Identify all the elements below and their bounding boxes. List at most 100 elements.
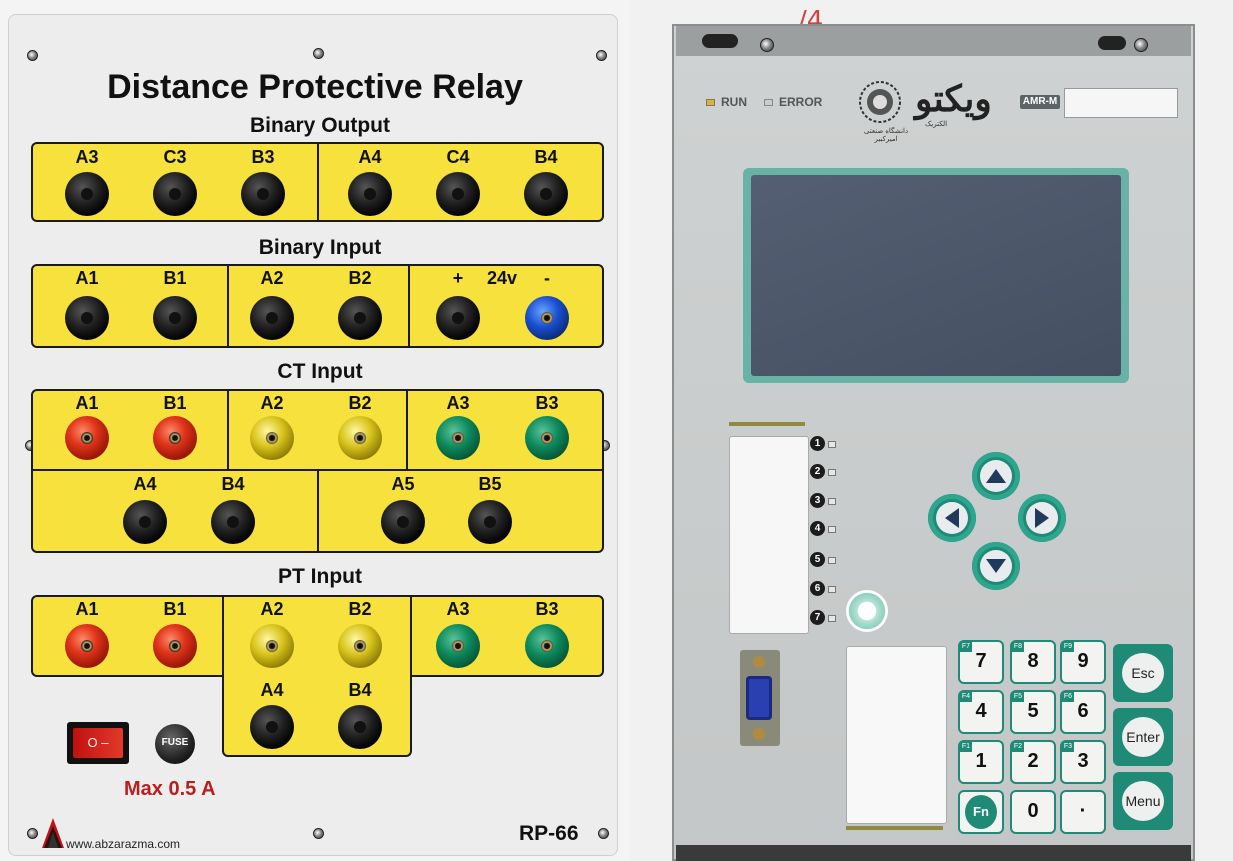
key-8[interactable]: F8 8 bbox=[1010, 640, 1056, 684]
rotary-dial[interactable] bbox=[846, 590, 888, 632]
fuse-label: FUSE bbox=[161, 737, 189, 748]
banana-jack-red[interactable] bbox=[65, 416, 109, 460]
screw bbox=[598, 828, 609, 839]
key-label: 1 bbox=[975, 750, 987, 772]
enter-button[interactable]: Enter bbox=[1113, 708, 1173, 766]
indicator-led bbox=[828, 498, 836, 505]
indicator-led bbox=[828, 469, 836, 476]
banana-jack-green[interactable] bbox=[436, 624, 480, 668]
banana-jack-green[interactable] bbox=[525, 416, 569, 460]
screw bbox=[1134, 38, 1148, 52]
terminal-label: A2 bbox=[260, 268, 284, 288]
up-button[interactable] bbox=[972, 452, 1020, 500]
left-button[interactable] bbox=[928, 494, 976, 542]
error-led bbox=[764, 99, 773, 106]
terminal-label: A2 bbox=[260, 393, 284, 413]
banana-jack-black[interactable] bbox=[153, 172, 197, 216]
right-button[interactable] bbox=[1018, 494, 1066, 542]
serial-port[interactable] bbox=[740, 650, 780, 746]
banana-jack-green[interactable] bbox=[525, 624, 569, 668]
banana-jack-yellow[interactable] bbox=[250, 624, 294, 668]
indicator-led bbox=[828, 557, 836, 564]
key-label: 3 bbox=[1077, 750, 1089, 772]
university-logo-icon bbox=[859, 81, 901, 123]
banana-jack-black[interactable] bbox=[65, 296, 109, 340]
indicator-number: 2 bbox=[810, 464, 825, 479]
banana-jack-black[interactable] bbox=[338, 705, 382, 749]
banana-jack-black[interactable] bbox=[250, 296, 294, 340]
banana-jack-red[interactable] bbox=[65, 624, 109, 668]
banana-jack-red[interactable] bbox=[153, 624, 197, 668]
banana-jack-black[interactable] bbox=[241, 172, 285, 216]
fn-key[interactable]: Fn bbox=[958, 790, 1004, 834]
banana-jack-black[interactable] bbox=[153, 296, 197, 340]
key-5[interactable]: F5 5 bbox=[1010, 690, 1056, 734]
terminal-label: A3 bbox=[446, 599, 470, 619]
terminal-label: C3 bbox=[163, 147, 187, 167]
power-switch[interactable]: O – bbox=[67, 722, 129, 764]
screw bbox=[313, 828, 324, 839]
terminal-label: B4 bbox=[348, 680, 372, 700]
brand-logo-icon bbox=[42, 818, 64, 848]
enter-label: Enter bbox=[1126, 729, 1160, 745]
function-label-strip bbox=[846, 646, 947, 824]
down-arrow-icon bbox=[986, 559, 1006, 573]
label-strip-edge bbox=[846, 826, 943, 830]
banana-jack-black[interactable] bbox=[211, 500, 255, 544]
screw bbox=[27, 50, 38, 61]
banana-jack-blue[interactable] bbox=[525, 296, 569, 340]
key-9[interactable]: F9 9 bbox=[1060, 640, 1106, 684]
key-label: 2 bbox=[1027, 750, 1039, 772]
binary-output-title: Binary Output bbox=[250, 114, 390, 137]
banana-jack-black[interactable] bbox=[524, 172, 568, 216]
down-button[interactable] bbox=[972, 542, 1020, 590]
key-4[interactable]: F4 4 bbox=[958, 690, 1004, 734]
device-bottom-edge bbox=[676, 845, 1191, 861]
key-2[interactable]: F2 2 bbox=[1010, 740, 1056, 784]
banana-jack-yellow[interactable] bbox=[338, 624, 382, 668]
terminal-label: A2 bbox=[260, 599, 284, 619]
menu-label: Menu bbox=[1125, 793, 1161, 809]
divider bbox=[317, 469, 319, 553]
key-1[interactable]: F1 1 bbox=[958, 740, 1004, 784]
right-arrow-icon bbox=[1035, 508, 1049, 528]
banana-jack-black[interactable] bbox=[436, 296, 480, 340]
divider bbox=[222, 595, 224, 677]
banana-jack-black[interactable] bbox=[123, 500, 167, 544]
mounting-slot bbox=[702, 34, 738, 48]
esc-label: Esc bbox=[1131, 665, 1155, 681]
website-link[interactable]: www.abzarazma.com bbox=[66, 837, 180, 851]
key-dot[interactable]: · bbox=[1060, 790, 1106, 834]
banana-jack-black[interactable] bbox=[468, 500, 512, 544]
banana-jack-red[interactable] bbox=[153, 416, 197, 460]
menu-button[interactable]: Menu bbox=[1113, 772, 1173, 830]
banana-jack-black[interactable] bbox=[381, 500, 425, 544]
indicator-led bbox=[828, 441, 836, 448]
key-label: 7 bbox=[975, 650, 987, 672]
key-label: 9 bbox=[1077, 650, 1089, 672]
fuse-holder[interactable]: FUSE bbox=[155, 724, 195, 764]
banana-jack-black[interactable] bbox=[436, 172, 480, 216]
terminal-label: B3 bbox=[535, 599, 559, 619]
banana-jack-black[interactable] bbox=[250, 705, 294, 749]
divider bbox=[406, 389, 408, 471]
esc-button[interactable]: Esc bbox=[1113, 644, 1173, 702]
screw bbox=[760, 38, 774, 52]
terminal-label: B2 bbox=[348, 268, 372, 288]
lcd-display bbox=[743, 168, 1129, 383]
banana-jack-yellow[interactable] bbox=[250, 416, 294, 460]
banana-jack-black[interactable] bbox=[65, 172, 109, 216]
key-6[interactable]: F6 6 bbox=[1060, 690, 1106, 734]
banana-jack-black[interactable] bbox=[338, 296, 382, 340]
screw bbox=[753, 656, 765, 668]
key-label: 8 bbox=[1027, 650, 1039, 672]
banana-jack-yellow[interactable] bbox=[338, 416, 382, 460]
key-3[interactable]: F3 3 bbox=[1060, 740, 1106, 784]
key-7[interactable]: F7 7 bbox=[958, 640, 1004, 684]
mounting-slot bbox=[1098, 36, 1126, 50]
terminal-label: A1 bbox=[75, 599, 99, 619]
key-0[interactable]: 0 bbox=[1010, 790, 1056, 834]
banana-jack-green[interactable] bbox=[436, 416, 480, 460]
brand-subtitle: الکتریک bbox=[925, 121, 948, 128]
banana-jack-black[interactable] bbox=[348, 172, 392, 216]
